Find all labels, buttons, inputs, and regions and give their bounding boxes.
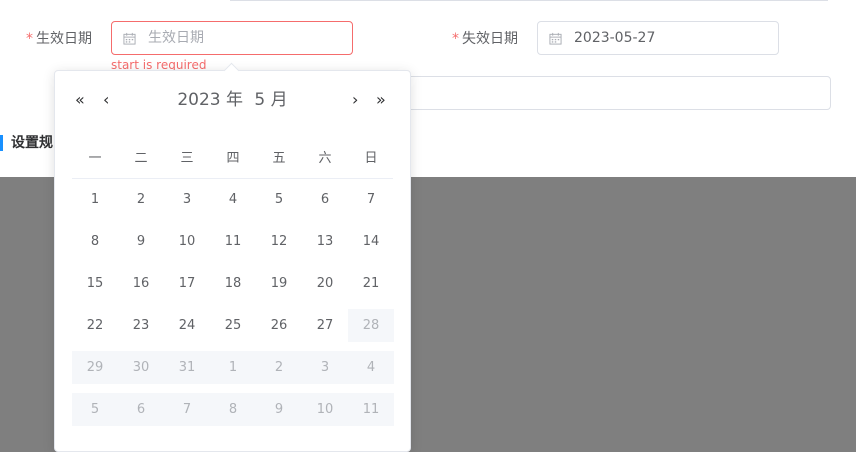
weekday-label: 二 <box>134 151 148 166</box>
required-mark: * <box>26 31 33 47</box>
date-cell[interactable]: 7 <box>348 183 394 216</box>
start-date-label: * 生效日期 <box>26 30 92 48</box>
end-date-value: 2023-05-27 <box>574 30 656 46</box>
date-cell[interactable]: 12 <box>256 225 302 258</box>
date-cell[interactable]: 8 <box>72 225 118 258</box>
date-cell[interactable]: 16 <box>118 267 164 300</box>
date-cell[interactable]: 20 <box>302 267 348 300</box>
date-cell[interactable]: 22 <box>72 309 118 342</box>
date-cell: 31 <box>164 351 210 384</box>
date-cell[interactable]: 23 <box>118 309 164 342</box>
next-month-button[interactable]: › <box>352 90 358 110</box>
text-input[interactable] <box>395 76 831 110</box>
date-cell: 8 <box>210 393 256 426</box>
next-year-button[interactable]: » <box>376 90 386 110</box>
date-cell[interactable]: 9 <box>118 225 164 258</box>
date-cell[interactable]: 1 <box>72 183 118 216</box>
date-cell[interactable]: 15 <box>72 267 118 300</box>
weekday-label: 四 <box>226 151 240 166</box>
date-cell: 29 <box>72 351 118 384</box>
date-cell[interactable]: 26 <box>256 309 302 342</box>
date-cell: 10 <box>302 393 348 426</box>
calendar-icon <box>123 32 136 45</box>
date-cell[interactable]: 4 <box>210 183 256 216</box>
date-cell[interactable]: 18 <box>210 267 256 300</box>
date-cell: 2 <box>256 351 302 384</box>
date-cell[interactable]: 21 <box>348 267 394 300</box>
section-title: 设置规 <box>0 135 53 151</box>
date-cell[interactable]: 25 <box>210 309 256 342</box>
date-cell: 11 <box>348 393 394 426</box>
date-cell: 7 <box>164 393 210 426</box>
date-cell: 30 <box>118 351 164 384</box>
end-date-input[interactable]: 2023-05-27 <box>537 21 779 55</box>
calendar-icon <box>549 32 562 45</box>
weekday-label: 日 <box>364 151 378 166</box>
date-cell[interactable]: 11 <box>210 225 256 258</box>
start-date-input[interactable]: 生效日期 <box>111 21 353 55</box>
year-label[interactable]: 2023 年 <box>177 90 243 110</box>
start-date-placeholder: 生效日期 <box>148 30 204 46</box>
date-cell[interactable]: 24 <box>164 309 210 342</box>
end-date-label-text: 失效日期 <box>462 31 518 47</box>
date-cell[interactable]: 19 <box>256 267 302 300</box>
header-divider <box>72 178 393 179</box>
weekday-label: 五 <box>272 151 286 166</box>
start-date-label-text: 生效日期 <box>36 31 92 47</box>
date-cell: 6 <box>118 393 164 426</box>
date-cell[interactable]: 13 <box>302 225 348 258</box>
divider <box>230 0 828 1</box>
date-cell[interactable]: 5 <box>256 183 302 216</box>
required-mark: * <box>452 31 459 47</box>
date-picker-panel: « ‹ 2023 年 5 月 › » 一二三四五六日 1 2 3 4 5 6 7 8 9 10 11… <box>54 62 411 452</box>
weekday-label: 三 <box>180 151 194 166</box>
date-cell: 28 <box>348 309 394 342</box>
date-cell: 4 <box>348 351 394 384</box>
date-cell[interactable]: 6 <box>302 183 348 216</box>
date-cell[interactable]: 2 <box>118 183 164 216</box>
date-cell[interactable]: 10 <box>164 225 210 258</box>
date-cell[interactable]: 3 <box>164 183 210 216</box>
weekday-label: 一 <box>88 151 102 166</box>
date-cell[interactable]: 17 <box>164 267 210 300</box>
date-cell: 1 <box>210 351 256 384</box>
month-label[interactable]: 5 月 <box>254 90 287 110</box>
date-cell[interactable]: 27 <box>302 309 348 342</box>
date-cell[interactable]: 14 <box>348 225 394 258</box>
date-cell: 9 <box>256 393 302 426</box>
date-cell: 5 <box>72 393 118 426</box>
weekday-label: 六 <box>318 151 332 166</box>
date-cell: 3 <box>302 351 348 384</box>
end-date-label: * 失效日期 <box>452 30 518 48</box>
